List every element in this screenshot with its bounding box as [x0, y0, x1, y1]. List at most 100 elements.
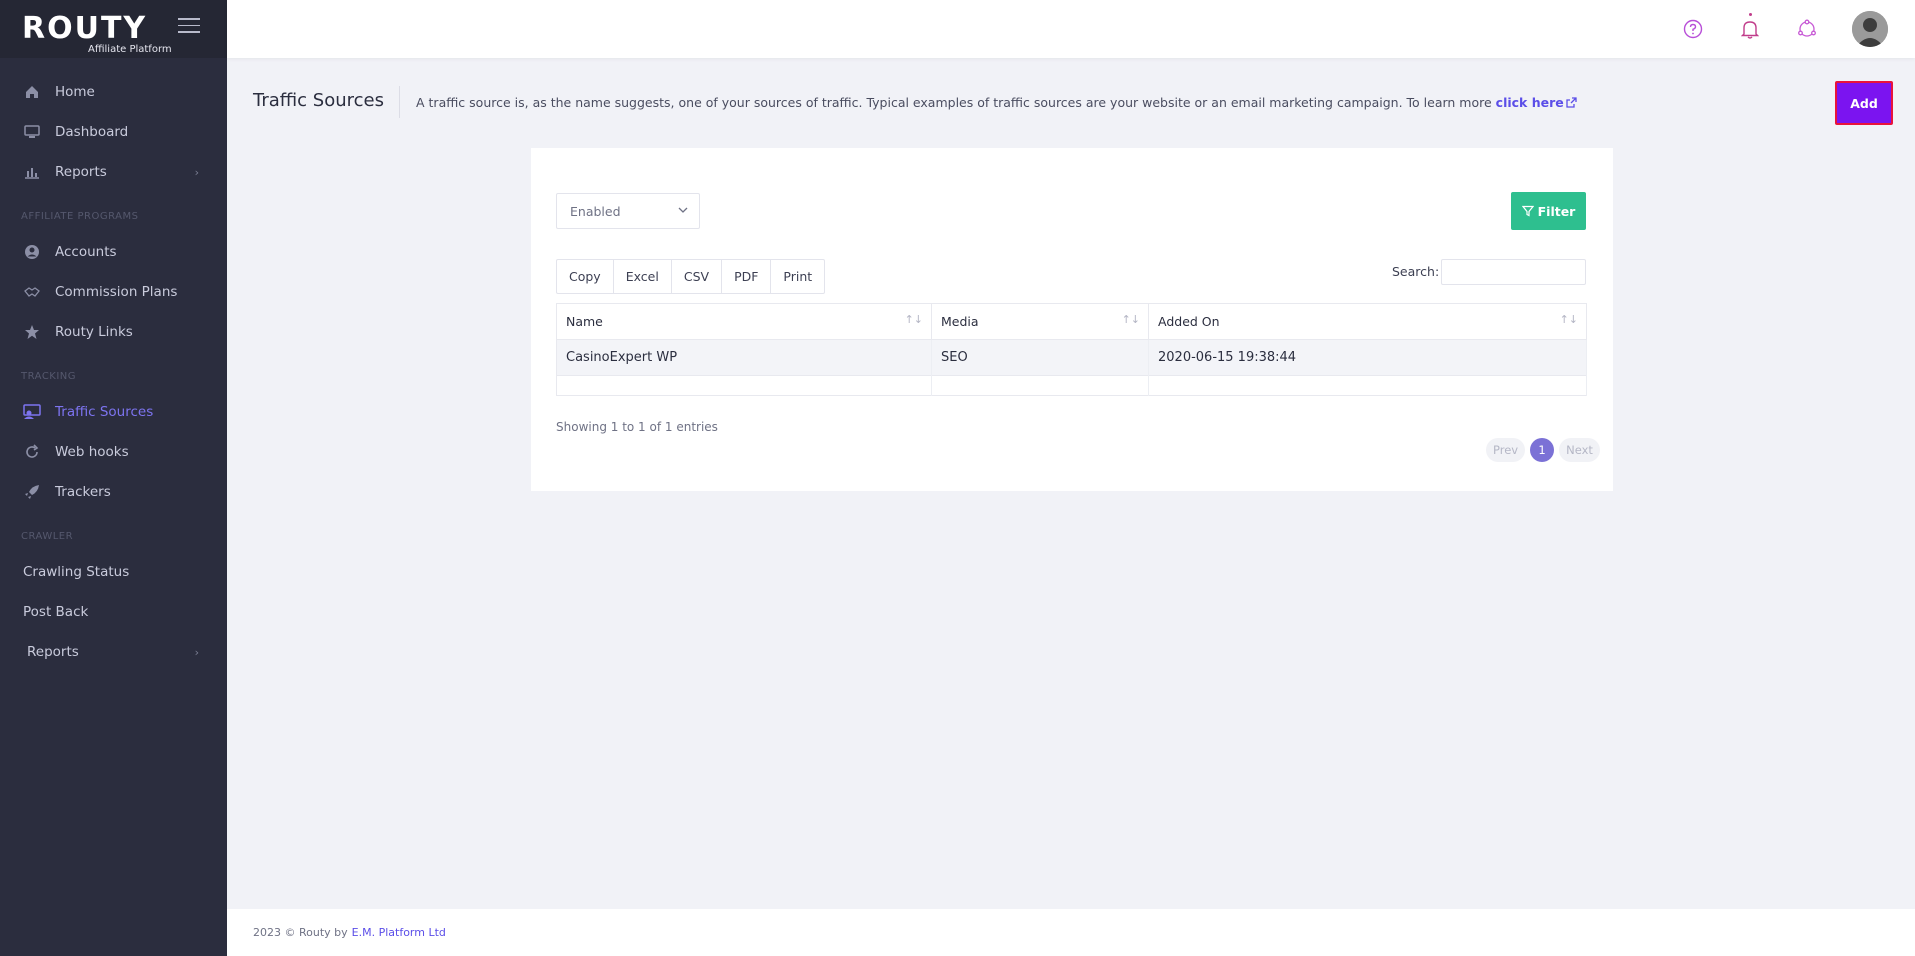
table-row[interactable]: CasinoExpert WP SEO 2020-06-15 19:38:44 — [556, 339, 1587, 376]
sidebar-item-trackers[interactable]: Trackers — [0, 472, 227, 512]
print-button[interactable]: Print — [771, 260, 824, 293]
page-description: A traffic source is, as the name suggest… — [416, 95, 1577, 110]
sidebar-nav: Home Dashboard Reports › AFFILIATE PROGR… — [0, 58, 227, 672]
sidebar-item-label: Dashboard — [55, 124, 129, 140]
sidebar-item-label: Web hooks — [55, 444, 129, 460]
cell-added-on: 2020-06-15 19:38:44 — [1148, 339, 1587, 376]
monitor-icon — [23, 123, 41, 141]
sort-icon: ↑↓ — [1121, 313, 1140, 326]
section-title: CRAWLER — [21, 530, 74, 542]
status-select-value: Enabled — [570, 203, 621, 219]
sidebar-item-label: Crawling Status — [23, 564, 130, 580]
description-text: A traffic source is, as the name suggest… — [416, 95, 1492, 110]
logo-text: ROUTY — [22, 11, 148, 46]
filter-button-label: Filter — [1537, 203, 1576, 219]
sidebar-item-label: Accounts — [55, 244, 117, 260]
column-header-media[interactable]: Media ↑↓ — [931, 303, 1149, 340]
sidebar-item-dashboard[interactable]: Dashboard — [0, 112, 227, 152]
chevron-right-icon: › — [194, 165, 199, 179]
learn-more-link-text: click here — [1495, 95, 1564, 110]
cell-name: CasinoExpert WP — [556, 339, 932, 376]
sidebar-item-label: Reports — [27, 644, 79, 660]
logo[interactable]: ROUTY Affiliate Platform — [22, 11, 172, 56]
sidebar-item-post-back[interactable]: Post Back — [0, 592, 227, 632]
sidebar-item-label: Commission Plans — [55, 284, 178, 300]
search-input[interactable] — [1441, 259, 1586, 285]
handshake-icon — [23, 283, 41, 301]
prev-page-button[interactable]: Prev — [1486, 438, 1526, 462]
empty-cell — [1148, 375, 1587, 396]
column-header-label: Added On — [1158, 314, 1220, 329]
section-title: TRACKING — [21, 370, 77, 382]
notification-dot — [1749, 13, 1752, 16]
star-icon — [23, 323, 41, 341]
sidebar-item-label: Post Back — [23, 604, 89, 620]
help-icon[interactable] — [1681, 17, 1705, 41]
hamburger-menu-icon[interactable] — [178, 18, 200, 34]
sidebar-item-reports[interactable]: Reports › — [0, 152, 227, 192]
learn-more-link[interactable]: click here — [1496, 95, 1577, 110]
table-row-empty — [556, 375, 1587, 396]
traffic-source-icon — [23, 403, 41, 421]
footer-text: 2023 © Routy by — [253, 926, 348, 939]
sidebar-item-commission-plans[interactable]: Commission Plans — [0, 272, 227, 312]
sidebar-item-crawling-status[interactable]: Crawling Status — [0, 552, 227, 592]
filter-button[interactable]: Filter — [1511, 192, 1586, 230]
page-title: Traffic Sources — [253, 90, 385, 111]
user-circle-icon — [23, 243, 41, 261]
logo-area: ROUTY Affiliate Platform — [0, 0, 227, 58]
top-bar-actions — [1681, 0, 1915, 58]
cell-media: SEO — [931, 339, 1149, 376]
page-1-button[interactable]: 1 — [1530, 438, 1555, 462]
sidebar-item-web-hooks[interactable]: Web hooks — [0, 432, 227, 472]
next-page-button[interactable]: Next — [1559, 438, 1600, 462]
sort-icon: ↑↓ — [1559, 313, 1578, 326]
excel-button[interactable]: Excel — [614, 260, 672, 293]
column-header-name[interactable]: Name ↑↓ — [556, 303, 932, 340]
pdf-button[interactable]: PDF — [722, 260, 772, 293]
column-header-label: Name — [566, 314, 603, 329]
traffic-sources-table: Name ↑↓ Media ↑↓ Added On ↑↓ CasinoExpert W… — [556, 303, 1587, 396]
external-link-icon — [1566, 97, 1577, 108]
sidebar-item-home[interactable]: Home — [0, 72, 227, 112]
sort-icon: ↑↓ — [904, 313, 923, 326]
rocket-icon — [23, 483, 41, 501]
footer-company-link[interactable]: E.M. Platform Ltd — [352, 926, 446, 939]
search-label: Search: — [1392, 264, 1440, 279]
traffic-sources-card: Enabled Filter Copy Excel CSV PDF Print … — [531, 148, 1613, 491]
sidebar-item-label: Traffic Sources — [55, 404, 154, 420]
pagination: Prev 1 Next — [1481, 438, 1600, 462]
sidebar: ROUTY Affiliate Platform Home Dashboard … — [0, 0, 227, 956]
status-select[interactable]: Enabled — [556, 193, 700, 229]
filter-icon — [1521, 205, 1534, 217]
logo-subtitle: Affiliate Platform — [88, 44, 172, 55]
copy-button[interactable]: Copy — [557, 260, 614, 293]
notification-bell-icon[interactable] — [1738, 13, 1762, 41]
csv-button[interactable]: CSV — [672, 260, 723, 293]
network-icon[interactable] — [1795, 17, 1819, 41]
export-buttons: Copy Excel CSV PDF Print — [556, 259, 826, 294]
sidebar-item-routy-links[interactable]: Routy Links — [0, 312, 227, 352]
sidebar-item-label: Trackers — [55, 484, 111, 500]
sidebar-item-crawler-reports[interactable]: Reports › — [0, 632, 227, 672]
chevron-right-icon: › — [194, 645, 199, 659]
entries-info: Showing 1 to 1 of 1 entries — [556, 420, 718, 434]
empty-cell — [931, 375, 1149, 396]
column-header-added-on[interactable]: Added On ↑↓ — [1148, 303, 1587, 340]
bar-chart-icon — [23, 163, 41, 181]
top-bar — [227, 0, 1915, 58]
sidebar-item-label: Home — [55, 84, 95, 100]
empty-cell — [556, 375, 932, 396]
sidebar-item-label: Reports — [55, 164, 107, 180]
home-icon — [23, 83, 41, 101]
table-header-row: Name ↑↓ Media ↑↓ Added On ↑↓ — [556, 303, 1587, 340]
sidebar-item-label: Routy Links — [55, 324, 133, 340]
page-header: Traffic Sources A traffic source is, as … — [253, 80, 1893, 125]
avatar[interactable] — [1852, 11, 1888, 47]
sidebar-item-traffic-sources[interactable]: Traffic Sources — [0, 392, 227, 432]
divider — [399, 86, 400, 118]
refresh-icon — [23, 443, 41, 461]
add-button[interactable]: Add — [1835, 81, 1893, 125]
sidebar-item-accounts[interactable]: Accounts — [0, 232, 227, 272]
section-title: AFFILIATE PROGRAMS — [21, 210, 139, 222]
